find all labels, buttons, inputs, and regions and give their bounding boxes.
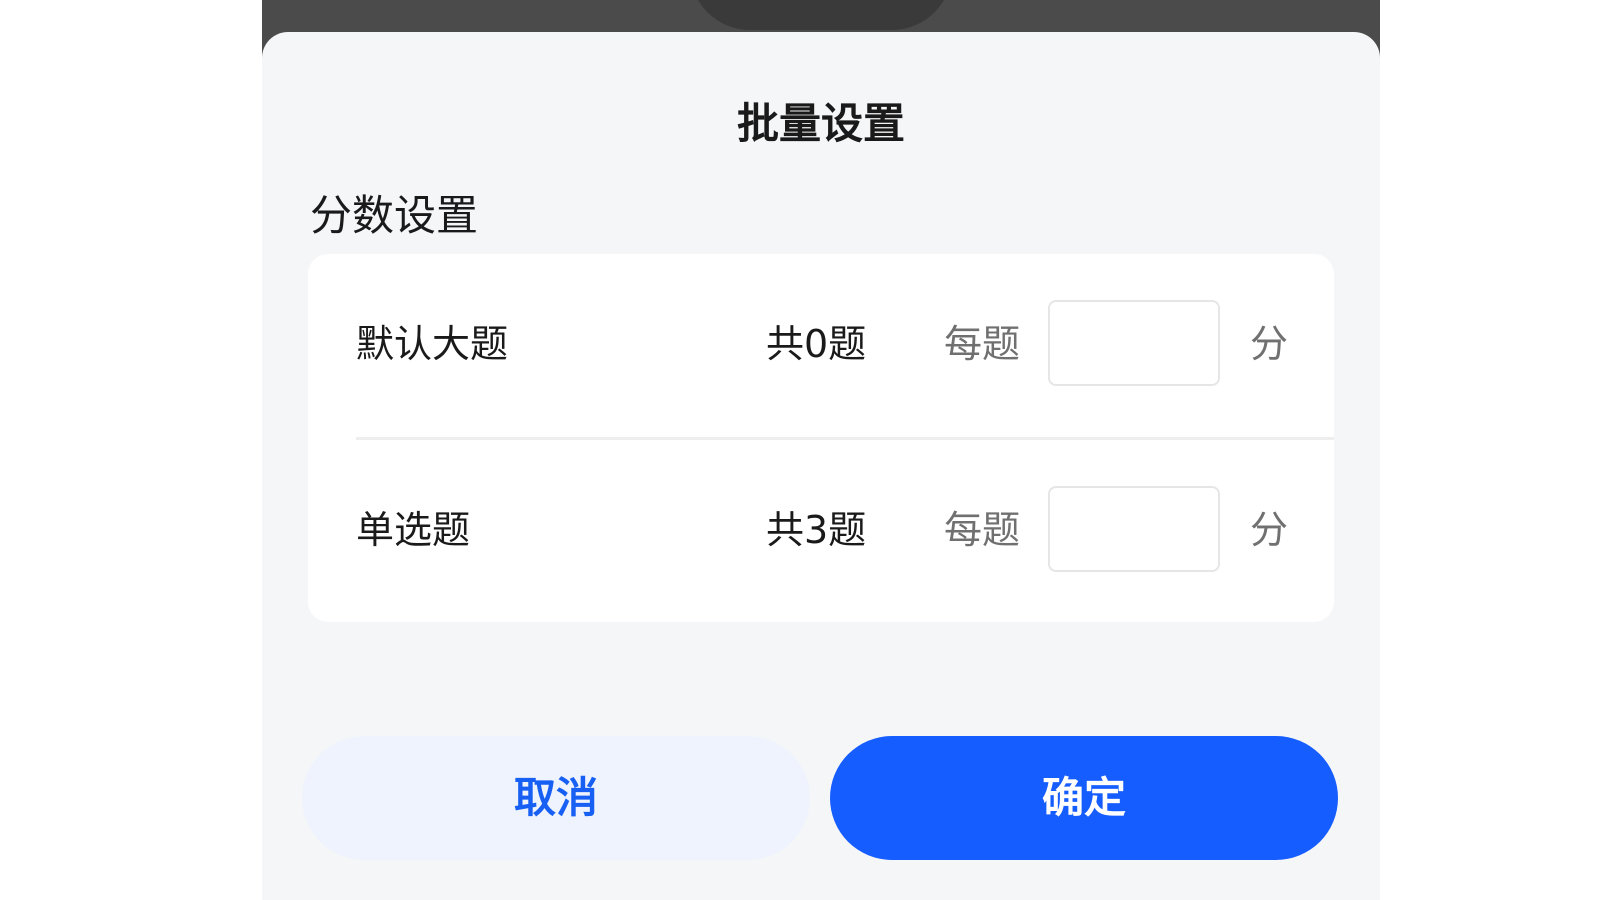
score-input[interactable]	[1048, 300, 1220, 386]
group-name: 单选题	[356, 508, 471, 552]
question-group-row: 默认大题 共0题 每题 分	[308, 254, 1334, 440]
batch-settings-sheet: 批量设置 分数设置 默认大题 共0题 每题 分 单选题 共3题 每题 分 取消 …	[262, 32, 1380, 900]
section-title: 分数设置	[310, 191, 479, 240]
score-input[interactable]	[1048, 486, 1220, 572]
question-group-row: 单选题 共3题 每题 分	[308, 440, 1334, 622]
per-question-label: 每题	[944, 508, 1021, 552]
cancel-button[interactable]: 取消	[302, 736, 810, 860]
phone-frame: 批量设置 分数设置 默认大题 共0题 每题 分 单选题 共3题 每题 分 取消 …	[262, 0, 1380, 900]
score-unit: 分	[1250, 322, 1289, 366]
per-question-label: 每题	[944, 322, 1021, 366]
question-count: 共0题	[766, 322, 867, 366]
dialog-title: 批量设置	[736, 99, 905, 148]
group-name: 默认大题	[356, 322, 509, 366]
score-unit: 分	[1250, 508, 1289, 552]
camera-notch	[690, 0, 952, 30]
question-count: 共3题	[766, 508, 867, 552]
score-settings-card: 默认大题 共0题 每题 分 单选题 共3题 每题 分	[308, 254, 1334, 622]
confirm-button[interactable]: 确定	[830, 736, 1338, 860]
